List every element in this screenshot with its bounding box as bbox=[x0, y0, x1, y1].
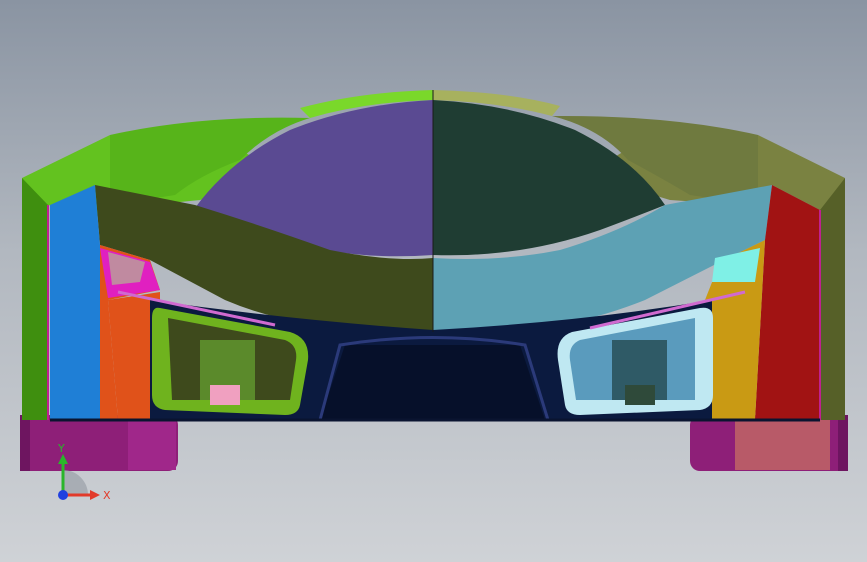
triad-origin bbox=[58, 490, 68, 500]
coordinate-triad: Y X bbox=[57, 442, 111, 502]
y-axis-head bbox=[58, 454, 68, 464]
triad-origin-shadow bbox=[63, 470, 88, 495]
graphics-viewport[interactable]: Y X bbox=[0, 0, 867, 562]
y-axis-label: Y bbox=[57, 442, 65, 455]
car-model[interactable] bbox=[0, 0, 867, 562]
right-fender-shade bbox=[820, 178, 845, 420]
right-rear-wheel bbox=[690, 415, 848, 471]
left-blue-panel bbox=[50, 185, 100, 420]
left-fender-shade bbox=[22, 178, 48, 420]
x-axis-head bbox=[90, 490, 100, 500]
x-axis-label: X bbox=[103, 489, 111, 502]
diffuser-center-tunnel bbox=[320, 345, 545, 420]
